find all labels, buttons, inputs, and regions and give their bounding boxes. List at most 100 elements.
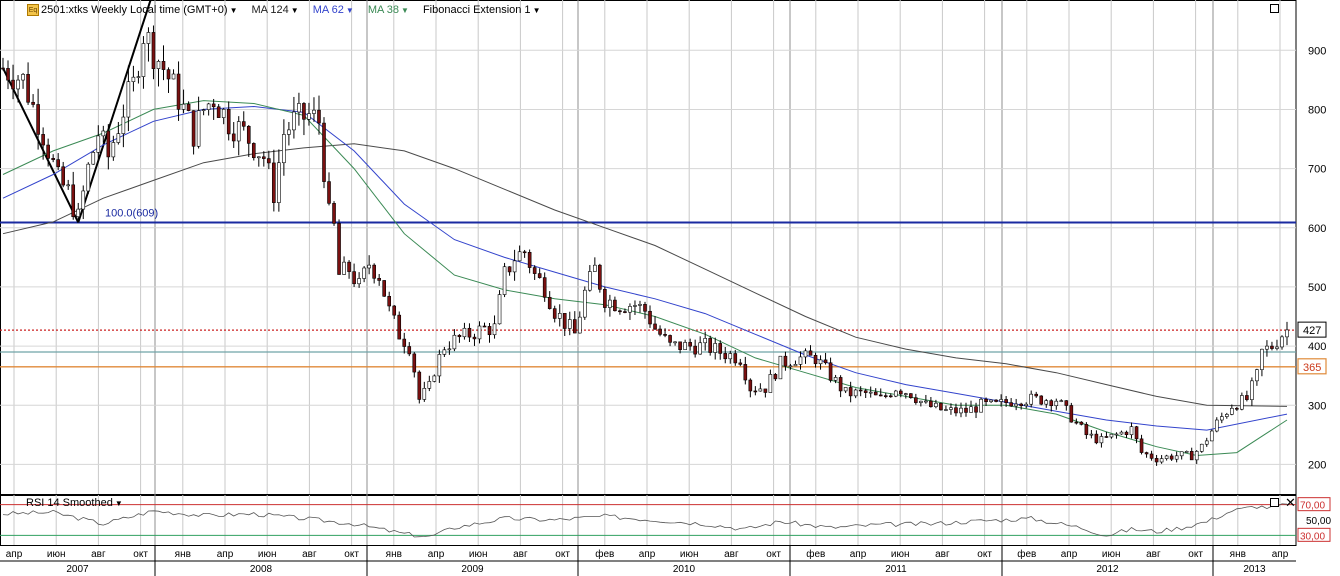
candle-body (623, 311, 627, 313)
candle-body (628, 306, 632, 313)
candle-body (1049, 400, 1054, 407)
candle-body (1159, 458, 1164, 463)
maximize-icon[interactable] (1270, 4, 1279, 13)
candle (1039, 395, 1044, 406)
candle-body (6, 68, 10, 81)
candle (382, 280, 386, 297)
y-tick-label: 800 (1308, 104, 1326, 116)
chevron-down-icon[interactable]: ▼ (533, 6, 541, 15)
month-label: апр (850, 549, 867, 560)
candle-body (904, 393, 908, 395)
exchange-icon[interactable]: Eq (27, 4, 39, 16)
candle (583, 286, 587, 320)
candle-body (1174, 455, 1179, 460)
candle-body (818, 359, 823, 365)
candle (86, 162, 91, 195)
candle-body (1280, 336, 1284, 348)
candle-body (868, 391, 873, 394)
candle-body (277, 162, 281, 203)
candle-body (733, 353, 738, 364)
candle-body (512, 260, 517, 273)
candle-body (547, 296, 552, 309)
month-label: янв (175, 549, 191, 560)
candle-body (1270, 345, 1274, 349)
candle-body (888, 395, 893, 398)
candle-body (1059, 400, 1064, 402)
candle-body (262, 156, 266, 159)
indicator-ma-62[interactable]: MA 62 ▼ (313, 4, 354, 16)
candle-body (1024, 403, 1028, 407)
indicator-ma-124[interactable]: MA 124 ▼ (251, 4, 298, 16)
candle-body (417, 371, 422, 400)
year-label: 2012 (1096, 564, 1119, 575)
candle-body (186, 103, 191, 111)
candle-body (537, 273, 542, 278)
candle-body (487, 326, 492, 336)
chevron-down-icon[interactable]: ▼ (346, 6, 354, 15)
year-label: 2010 (673, 564, 696, 575)
candle-body (1009, 402, 1013, 407)
candle-body (863, 390, 868, 393)
candle-body (61, 166, 65, 186)
candle-body (949, 407, 953, 410)
candle-body (878, 394, 883, 397)
candle-body (236, 121, 241, 142)
year-label: 2013 (1243, 564, 1266, 575)
month-label: авг (935, 549, 950, 560)
candle-body (1164, 455, 1169, 459)
candle-body (1285, 329, 1289, 338)
candle-body (577, 316, 582, 334)
candle-body (1039, 395, 1044, 405)
maximize-icon[interactable] (1270, 498, 1279, 507)
chevron-down-icon[interactable]: ▼ (291, 6, 299, 15)
candle-body (909, 393, 913, 399)
candle-body (929, 400, 933, 408)
candle (1199, 443, 1204, 453)
candle-body (181, 103, 186, 110)
candle-body (562, 313, 567, 329)
indicator-fibonacci[interactable]: Fibonacci Extension 1 ▼ (423, 4, 541, 16)
candle-body (1134, 426, 1139, 440)
close-icon[interactable]: ✕ (1285, 496, 1296, 509)
candle-body (728, 353, 733, 360)
candle-body (121, 116, 126, 134)
month-label: июн (469, 549, 488, 560)
candle-body (773, 374, 778, 380)
instrument-selector[interactable]: 2501:xtks Weekly Local time (GMT+0) ▼ (41, 4, 237, 16)
candle-body (557, 313, 562, 319)
month-label: фев (806, 548, 825, 560)
month-label: фев (595, 548, 614, 560)
candle-body (593, 264, 597, 272)
chart-header-toolbar: 2501:xtks Weekly Local time (GMT+0) ▼ MA… (41, 2, 540, 18)
candle-body (688, 342, 692, 347)
candle-body (1069, 405, 1074, 423)
indicator-ma-38[interactable]: MA 38 ▼ (368, 4, 409, 16)
candle-body (783, 355, 788, 367)
candle-body (999, 399, 1003, 402)
candle-body (1265, 345, 1269, 350)
candle (909, 393, 913, 399)
price-chart[interactable]: 100.0(609) 200 300 400 500 600 700 800 900 427 36… (0, 0, 1340, 576)
chevron-down-icon[interactable]: ▼ (401, 6, 409, 15)
rsi-panel-header[interactable]: RSI 14 Smoothed ▼ (26, 497, 123, 509)
candle-body (567, 319, 572, 329)
chevron-down-icon[interactable]: ▼ (230, 6, 238, 15)
candle-body (226, 109, 231, 135)
candle-body (663, 334, 667, 336)
candle-body (673, 341, 677, 344)
month-label: авг (302, 549, 317, 560)
candle-body (171, 73, 176, 80)
candle-body (307, 113, 311, 120)
candle-body (964, 407, 968, 413)
candle-body (352, 271, 356, 285)
candle-body (1219, 416, 1224, 421)
candle-body (1209, 430, 1214, 442)
chevron-down-icon[interactable]: ▼ (115, 499, 123, 508)
candle (778, 355, 783, 380)
candle-body (66, 184, 71, 187)
candle-body (718, 343, 723, 354)
candle-body (833, 377, 838, 381)
candle-body (713, 343, 718, 353)
candle-body (216, 106, 221, 118)
candle-body (1079, 421, 1084, 425)
